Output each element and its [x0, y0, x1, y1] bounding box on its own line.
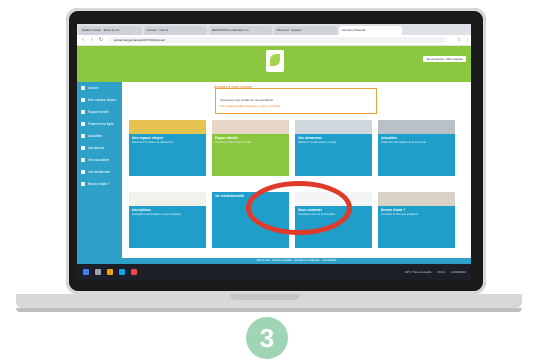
site-logo[interactable] — [266, 50, 284, 72]
windows-taskbar: 23°C Très ensoleillé 09:41 14/06/2022 — [77, 264, 471, 280]
sidebar-item-label: Inscriptions — [88, 146, 105, 150]
card-image — [129, 120, 206, 134]
browser-tabbar: Mailbox Fitwel · Boite de réc Accueil · … — [77, 24, 471, 35]
login-button[interactable]: Se connecter / Mon espace — [423, 56, 466, 62]
sidebar-item-label: Vie associative — [88, 158, 110, 162]
edit-icon — [81, 146, 85, 150]
forward-icon[interactable]: › — [89, 37, 95, 43]
laptop-notch — [230, 294, 300, 300]
card-text: Inscriptions périscolaires et extra-scol… — [132, 213, 181, 216]
card-image — [378, 192, 455, 206]
document-icon — [81, 170, 85, 174]
back-icon[interactable]: ‹ — [80, 37, 86, 43]
card-procedures[interactable]: Vos démarches Effectuez vos demandes en … — [295, 120, 372, 176]
browser-tab[interactable]: Accueil · Canva — [144, 26, 207, 35]
card-title: Besoin d'aide ? — [381, 208, 406, 212]
card-title: Actualités — [381, 136, 397, 140]
step-number-badge: 3 — [246, 317, 288, 359]
sidebar-item-label: Besoin d'aide ? — [88, 182, 110, 186]
system-tray: 23°C Très ensoleillé 09:41 14/06/2022 — [405, 270, 471, 274]
edge-icon[interactable] — [119, 269, 125, 275]
sidebar-item-label: Mon espace citoyen — [88, 98, 117, 102]
group-icon — [81, 158, 85, 162]
sidebar: Accueil Mon espace citoyen Espace famill… — [77, 82, 122, 264]
search-icon[interactable] — [95, 269, 101, 275]
card-image — [212, 120, 289, 134]
weather-status[interactable]: 23°C Très ensoleillé — [405, 270, 432, 274]
card-news[interactable]: Actualités Toutes les informations de la… — [378, 120, 455, 176]
sidebar-item-label: Vos démarches — [88, 170, 110, 174]
card-citizen-space[interactable]: Mon espace citoyen Retrouvez ici toutes … — [129, 120, 206, 176]
sidebar-item[interactable]: Paiement en ligne — [77, 118, 122, 130]
card-image — [129, 192, 206, 206]
family-icon — [81, 110, 85, 114]
browser-tab-active[interactable]: Accueil | Parental — [339, 26, 402, 35]
card-title: Vos démarches — [298, 136, 323, 140]
folder-icon[interactable] — [107, 269, 113, 275]
sidebar-item[interactable]: Inscriptions — [77, 142, 122, 154]
sidebar-item[interactable]: Vie associative — [77, 154, 122, 166]
highlight-circle — [246, 181, 352, 235]
browser-tab[interactable]: Mailbox Fitwel · Boite de réc — [79, 26, 142, 35]
sidebar-item[interactable]: Mon espace citoyen — [77, 94, 122, 106]
card-text: Accédez à votre espace famille — [215, 141, 251, 144]
card-family-space[interactable]: Espace famille Accédez à votre espace fa… — [212, 120, 289, 176]
card-icon — [81, 122, 85, 126]
card-registrations[interactable]: Inscriptions Inscriptions périscolaires … — [129, 192, 206, 248]
card-text: Toutes les informations de la commune — [381, 141, 426, 144]
clock-date[interactable]: 14/06/2022 — [451, 270, 466, 274]
browser-address-bar: ‹ › ↻ portail.tranger.lanwaAUSTONI/Accue… — [77, 35, 471, 46]
sidebar-item[interactable]: Besoin d'aide ? — [77, 178, 122, 190]
user-icon — [81, 98, 85, 102]
browser-tab[interactable]: REUNIONS restauration co — [209, 26, 272, 35]
sidebar-item[interactable]: Vos démarches — [77, 166, 122, 178]
chrome-icon[interactable] — [131, 269, 137, 275]
url-input[interactable]: portail.tranger.lanwaAUSTONI/Accueil — [110, 37, 447, 43]
home-icon — [81, 86, 85, 90]
star-icon[interactable]: ☆ — [456, 37, 462, 43]
clock-time[interactable]: 09:41 — [437, 270, 445, 274]
news-icon — [81, 134, 85, 138]
leaf-icon — [270, 54, 280, 66]
card-text: Retrouvez ici toutes vos démarches — [132, 141, 174, 144]
card-help[interactable]: Besoin d'aide ? Consultez la foire aux q… — [378, 192, 455, 248]
card-title: Espace famille — [215, 136, 238, 140]
sidebar-item[interactable]: Actualités — [77, 130, 122, 142]
sidebar-item-label: Actualités — [88, 134, 102, 138]
laptop-base-edge — [16, 308, 522, 312]
card-image — [295, 120, 372, 134]
main-content: Accédez à votre compte Connectez-vous à … — [122, 82, 471, 264]
browser-tab[interactable]: Pinterest · Espace — [274, 26, 337, 35]
login-notice: Connectez-vous à l'aide de vos identifia… — [215, 88, 377, 114]
site-header: Se connecter / Mon espace — [77, 46, 471, 84]
sidebar-item-label: Paiement en ligne — [88, 122, 114, 126]
help-icon — [81, 182, 85, 186]
menu-icon[interactable]: ⋮ — [465, 37, 471, 43]
start-icon[interactable] — [83, 269, 89, 275]
card-text: Effectuez vos demandes en ligne — [298, 141, 337, 144]
card-title: Inscriptions — [132, 208, 151, 212]
notice-link[interactable]: Pour toute première connexion, créez un … — [220, 104, 376, 108]
reload-icon[interactable]: ↻ — [98, 37, 104, 43]
notice-text: Connectez-vous à l'aide de vos identifia… — [220, 98, 273, 102]
card-text: Consultez la foire aux questions — [381, 213, 418, 216]
card-title: Mon espace citoyen — [132, 136, 164, 140]
laptop-screen: Mailbox Fitwel · Boite de réc Accueil · … — [77, 24, 471, 280]
card-image — [378, 120, 455, 134]
sidebar-item[interactable]: Accueil — [77, 82, 122, 94]
sidebar-item-label: Espace famille — [88, 110, 109, 114]
sidebar-item[interactable]: Espace famille — [77, 106, 122, 118]
sidebar-item-label: Accueil — [88, 86, 99, 90]
